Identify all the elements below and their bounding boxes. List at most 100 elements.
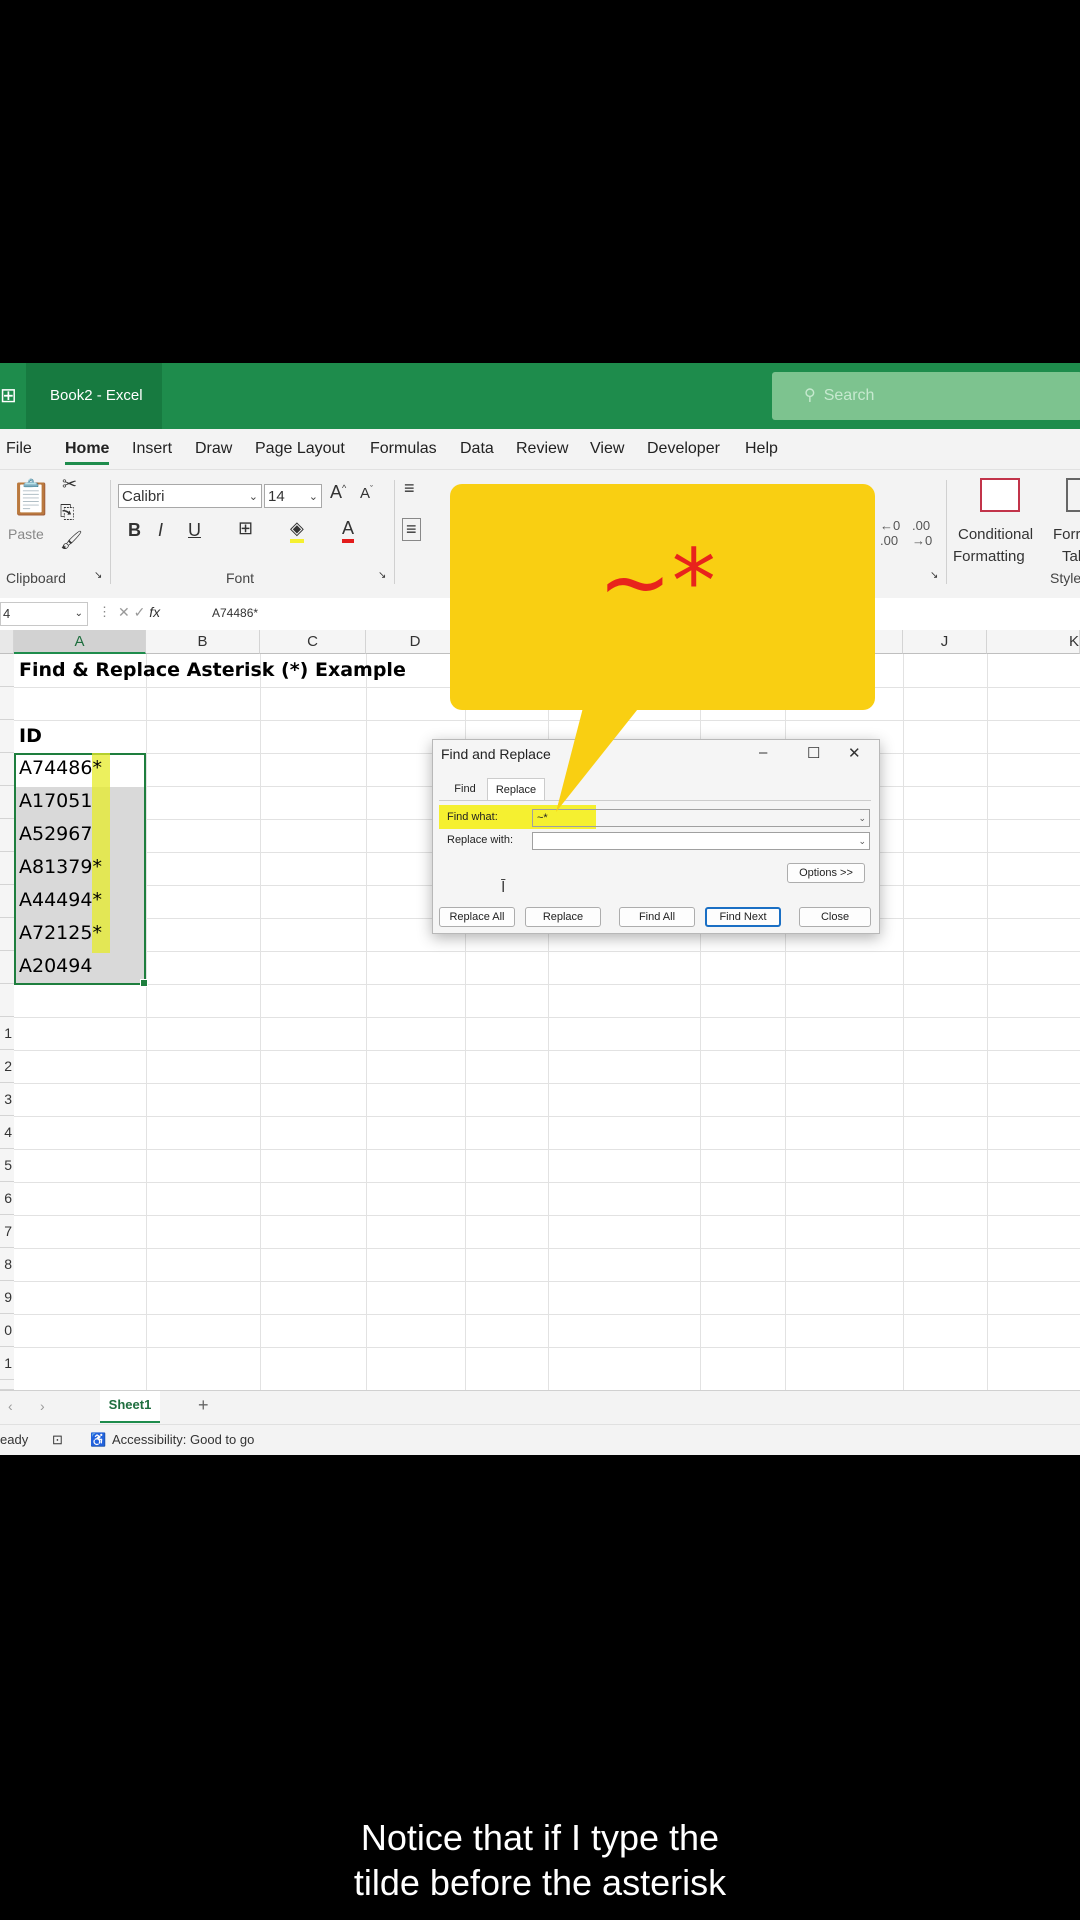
row-header[interactable]: 6 <box>0 1182 14 1215</box>
row-header[interactable]: 1 <box>0 1017 14 1050</box>
replace-button[interactable]: Replace <box>525 907 601 927</box>
macro-record-icon[interactable]: ⊡ <box>52 1425 63 1455</box>
tab-file[interactable]: File <box>6 429 32 469</box>
tab-review[interactable]: Review <box>516 429 568 469</box>
tab-data[interactable]: Data <box>460 429 494 469</box>
row-header[interactable]: 2 <box>0 1050 14 1083</box>
tab-replace[interactable]: Replace <box>487 778 545 800</box>
row-header[interactable] <box>0 687 14 720</box>
increase-decimal-icon[interactable]: .00 →0 <box>912 518 932 548</box>
tab-page-layout[interactable]: Page Layout <box>255 429 345 469</box>
tab-formulas[interactable]: Formulas <box>370 429 437 469</box>
chevron-down-icon[interactable]: ⌄ <box>858 833 866 849</box>
fill-color-icon[interactable]: ◈ <box>290 518 304 543</box>
chevron-left-icon[interactable]: ‹ <box>8 1398 13 1414</box>
align-top-icon[interactable]: ≡ <box>404 478 415 499</box>
cancel-icon[interactable]: ✕ <box>118 604 130 620</box>
row-header[interactable] <box>0 753 14 786</box>
tab-help[interactable]: Help <box>745 429 778 469</box>
bold-icon[interactable]: B <box>128 520 141 541</box>
font-size-select[interactable]: 14 ⌄ <box>264 484 322 508</box>
format-table-label-1[interactable]: Forr <box>1053 526 1080 543</box>
select-all-corner[interactable] <box>0 630 14 654</box>
id-cell[interactable]: A17051 <box>19 785 92 818</box>
row-header[interactable]: 1 <box>0 1347 14 1380</box>
decrease-decimal-icon[interactable]: ←0.00 <box>880 518 900 548</box>
find-all-button[interactable]: Find All <box>619 907 695 927</box>
sheet-tab-sheet1[interactable]: Sheet1 <box>100 1391 160 1423</box>
accessibility-status[interactable]: Accessibility: Good to go <box>112 1425 254 1455</box>
sheet-title-cell[interactable]: Find & Replace Asterisk (*) Example <box>19 654 406 687</box>
font-color-icon[interactable]: A <box>342 518 355 543</box>
id-cell[interactable]: A44494* <box>19 884 102 917</box>
chevron-right-icon[interactable]: › <box>40 1398 45 1414</box>
chevron-down-icon[interactable]: ⌄ <box>858 810 866 826</box>
id-cell[interactable]: A20494 <box>19 950 92 983</box>
row-header[interactable] <box>0 819 14 852</box>
replace-with-input[interactable]: ⌄ <box>532 832 870 850</box>
maximize-icon[interactable]: ☐ <box>807 744 820 762</box>
row-header[interactable]: 8 <box>0 1248 14 1281</box>
accessibility-icon[interactable]: ♿ <box>90 1425 106 1455</box>
paste-icon[interactable]: 📋 <box>10 478 52 518</box>
align-left-icon[interactable]: ≡ <box>402 518 421 541</box>
id-cell[interactable]: A72125* <box>19 917 102 950</box>
row-header[interactable]: 0 <box>0 1314 14 1347</box>
id-cell[interactable]: A74486* <box>19 752 102 785</box>
row-header[interactable] <box>0 852 14 885</box>
row-header[interactable]: 5 <box>0 1149 14 1182</box>
tab-view[interactable]: View <box>590 429 624 469</box>
row-header[interactable] <box>0 654 14 687</box>
search-box[interactable]: ⚲ Search <box>772 372 1080 420</box>
row-header[interactable] <box>0 720 14 753</box>
minimize-icon[interactable]: – <box>759 744 767 761</box>
row-header[interactable] <box>0 885 14 918</box>
dialog-launcher-icon[interactable]: ↘ <box>930 570 938 581</box>
close-icon[interactable]: ✕ <box>848 744 861 762</box>
close-button[interactable]: Close <box>799 907 871 927</box>
row-header[interactable] <box>0 786 14 819</box>
font-name-select[interactable]: Calibri ⌄ <box>118 484 262 508</box>
name-box[interactable]: 4 ⌄ <box>0 602 88 626</box>
row-header[interactable] <box>0 984 14 1017</box>
tab-draw[interactable]: Draw <box>195 429 232 469</box>
row-header[interactable] <box>0 951 14 984</box>
copy-icon[interactable]: ⎘ <box>60 502 74 523</box>
row-header[interactable] <box>0 918 14 951</box>
row-header[interactable]: 9 <box>0 1281 14 1314</box>
tab-home[interactable]: Home <box>65 429 110 469</box>
row-header[interactable]: 3 <box>0 1083 14 1116</box>
id-cell[interactable]: A52967 <box>19 818 92 851</box>
row-header[interactable]: 7 <box>0 1215 14 1248</box>
more-icon[interactable]: ⋮ <box>98 604 111 620</box>
format-table-label-2[interactable]: Tal <box>1062 548 1080 565</box>
paste-label[interactable]: Paste <box>8 526 44 542</box>
dialog-launcher-icon[interactable]: ↘ <box>378 570 386 581</box>
tab-developer[interactable]: Developer <box>647 429 720 469</box>
enter-icon[interactable]: ✓ <box>134 604 146 620</box>
column-header-j[interactable]: J <box>903 630 987 654</box>
cut-icon[interactable]: ✂ <box>62 474 77 495</box>
column-header-c[interactable]: C <box>260 630 366 654</box>
fill-handle[interactable] <box>140 979 148 987</box>
conditional-formatting-icon[interactable] <box>980 478 1020 512</box>
id-cell[interactable]: A81379* <box>19 851 102 884</box>
find-next-button[interactable]: Find Next <box>705 907 781 927</box>
italic-icon[interactable]: I <box>158 520 163 541</box>
decrease-font-icon[interactable]: Aˇ <box>360 484 373 502</box>
add-sheet-icon[interactable]: + <box>198 1395 209 1416</box>
formula-value[interactable]: A74486* <box>212 606 258 620</box>
row-header[interactable]: 2 <box>0 1380 14 1390</box>
borders-icon[interactable]: ⊞ <box>238 518 253 539</box>
fx-icon[interactable]: fx <box>149 604 160 620</box>
dialog-launcher-icon[interactable]: ↘ <box>94 570 102 581</box>
column-header-a[interactable]: A <box>14 630 146 654</box>
tab-find[interactable]: Find <box>443 778 487 800</box>
tab-insert[interactable]: Insert <box>132 429 172 469</box>
options-button[interactable]: Options >> <box>787 863 865 883</box>
find-what-input[interactable]: ~* ⌄ <box>532 809 870 827</box>
format-table-icon[interactable] <box>1066 478 1080 512</box>
row-header[interactable]: 4 <box>0 1116 14 1149</box>
underline-icon[interactable]: U <box>188 520 201 541</box>
conditional-formatting-label-1[interactable]: Conditional <box>958 526 1033 543</box>
